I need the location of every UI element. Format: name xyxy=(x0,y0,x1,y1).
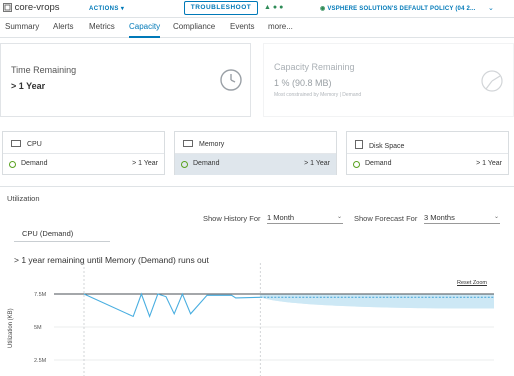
vm-icon xyxy=(3,3,12,12)
pie-chart-icon xyxy=(481,70,503,92)
troubleshoot-button[interactable]: TROUBLESHOOT xyxy=(184,1,258,15)
status-icons: ▲ ● ● xyxy=(264,4,283,11)
history-select[interactable]: 1 Month ⌄ xyxy=(267,213,343,224)
tab-alerts[interactable]: Alerts xyxy=(53,22,73,38)
capacity-remaining-title: Capacity Remaining xyxy=(274,62,355,72)
tab-summary[interactable]: Summary xyxy=(5,22,39,38)
actions-menu[interactable]: ACTIONS ▾ xyxy=(89,5,124,12)
y-tick-label: 7.5M xyxy=(34,292,47,298)
forecast-value: 3 Months xyxy=(424,213,455,222)
resource-metric: Demand xyxy=(365,160,392,167)
resource-time-remaining: > 1 Year xyxy=(476,160,502,167)
app-name: core-vrops xyxy=(14,2,60,13)
utilization-chart[interactable]: Utilization (KB) 7.5M 5M 2.5M xyxy=(0,263,514,376)
resource-card-header: CPU xyxy=(11,140,42,148)
efficiency-icon: ● xyxy=(279,4,284,11)
time-remaining-card: Time Remaining > 1 Year xyxy=(0,43,251,117)
top-bar: core-vrops ACTIONS ▾ TROUBLESHOOT ▲ ● ● … xyxy=(0,0,514,18)
tab-bar: Summary Alerts Metrics Capacity Complian… xyxy=(0,18,514,38)
resource-card-cpu[interactable]: CPU Demand > 1 Year xyxy=(2,131,165,175)
health-icon: ▲ xyxy=(264,4,271,11)
metric-selector-underline xyxy=(14,241,110,242)
time-remaining-value: > 1 Year xyxy=(11,81,46,91)
y-tick-label: 5M xyxy=(34,325,42,331)
policy-icon: ◉ xyxy=(320,6,326,12)
tab-metrics[interactable]: Metrics xyxy=(89,22,115,38)
metric-selector[interactable]: CPU (Demand) xyxy=(22,229,73,238)
ok-status-icon xyxy=(353,161,360,168)
resource-name: Disk Space xyxy=(369,143,405,150)
chevron-down-icon[interactable]: ⌄ xyxy=(488,4,494,12)
ok-status-icon xyxy=(9,161,16,168)
resource-metric: Demand xyxy=(21,160,48,167)
resource-card-memory[interactable]: Memory Demand > 1 Year xyxy=(174,131,337,175)
resource-metric-row[interactable]: Demand > 1 Year xyxy=(347,153,508,175)
ok-status-icon xyxy=(181,161,188,168)
actions-label: ACTIONS xyxy=(89,6,119,12)
resource-time-remaining: > 1 Year xyxy=(132,160,158,167)
chevron-down-icon: ⌄ xyxy=(493,214,499,220)
resource-card-header: Memory xyxy=(183,140,224,148)
resource-metric-row[interactable]: Demand > 1 Year xyxy=(175,153,336,175)
tab-events[interactable]: Events xyxy=(230,22,254,38)
resource-name: CPU xyxy=(27,141,42,148)
y-axis-label: Utilization (KB) xyxy=(8,308,14,348)
history-label: Show History For xyxy=(203,214,261,223)
utilization-section: Utilization Show History For 1 Month ⌄ S… xyxy=(0,186,514,376)
chevron-down-icon: ▾ xyxy=(120,6,125,12)
tab-capacity[interactable]: Capacity xyxy=(129,22,161,38)
y-tick-label: 2.5M xyxy=(34,358,47,364)
tab-compliance[interactable]: Compliance xyxy=(173,22,215,38)
risk-icon: ● xyxy=(272,4,278,11)
forecast-select[interactable]: 3 Months ⌄ xyxy=(424,213,500,224)
resource-name: Memory xyxy=(199,141,225,148)
resource-card-disk-space[interactable]: Disk Space Demand > 1 Year xyxy=(346,131,509,175)
memory-icon xyxy=(183,140,193,147)
chevron-down-icon: ⌄ xyxy=(336,214,342,220)
policy-selector[interactable]: ◉ VSPHERE SOLUTION'S DEFAULT POLICY (04 … xyxy=(320,5,476,12)
resource-time-remaining: > 1 Year xyxy=(304,160,330,167)
disk-icon xyxy=(355,140,363,149)
history-value: 1 Month xyxy=(267,213,295,222)
forecast-band-fill xyxy=(260,294,494,309)
app-logo: core-vrops xyxy=(3,2,60,13)
capacity-remaining-value: 1 % (90.8 MB) xyxy=(274,78,332,88)
utilization-title: Utilization xyxy=(7,194,40,203)
time-remaining-title: Time Remaining xyxy=(11,65,77,75)
resource-card-header: Disk Space xyxy=(355,140,404,150)
resource-metric-row[interactable]: Demand > 1 Year xyxy=(3,153,164,175)
capacity-remaining-card: Capacity Remaining 1 % (90.8 MB) Most co… xyxy=(263,43,514,117)
policy-label: VSPHERE SOLUTION'S DEFAULT POLICY (04 2.… xyxy=(327,6,476,12)
capacity-remaining-note: Most constrained by Memory | Demand xyxy=(274,92,362,98)
cpu-icon xyxy=(11,140,21,147)
resource-metric: Demand xyxy=(193,160,220,167)
forecast-label: Show Forecast For xyxy=(354,214,418,223)
clock-icon xyxy=(220,69,242,91)
utilization-series-line xyxy=(83,292,261,319)
tab-more[interactable]: more... xyxy=(268,22,293,38)
